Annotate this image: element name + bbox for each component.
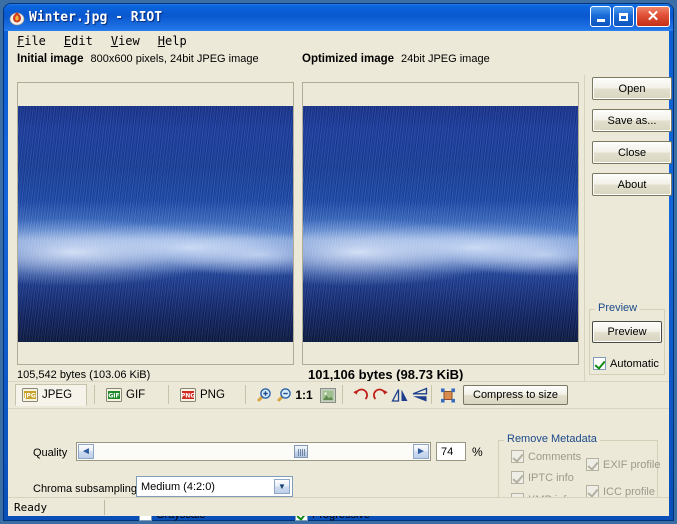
minimize-button[interactable] — [590, 6, 611, 27]
image-info-row: Initial image 800x600 pixels, 24bit JPEG… — [8, 51, 669, 71]
metadata-icc-label: ICC profile — [603, 485, 655, 498]
open-button[interactable]: Open — [592, 77, 672, 100]
metadata-comments-label: Comments — [528, 450, 582, 463]
menu-view[interactable]: View — [111, 34, 140, 48]
minimize-icon — [596, 18, 605, 22]
quality-label: Quality — [33, 447, 68, 459]
compress-to-size-button[interactable]: Compress to size — [463, 385, 568, 405]
tab-jpeg-label: JPEG — [42, 389, 73, 401]
menu-bar: File Edit View Help — [8, 31, 669, 51]
close-icon: ✕ — [646, 8, 660, 25]
chroma-subsampling-select[interactable]: Medium (4:2:0) ▼ — [136, 476, 293, 497]
metadata-iptc-checkbox[interactable]: IPTC info — [511, 471, 574, 484]
menu-file[interactable]: File — [17, 34, 46, 48]
caption-buttons: ✕ — [590, 6, 670, 27]
zoom-out-icon[interactable] — [274, 386, 292, 404]
flip-horizontal-icon[interactable] — [391, 386, 409, 404]
menu-view-label: iew — [118, 34, 140, 48]
preview-group-label: Preview — [595, 302, 641, 314]
toolbar-divider — [342, 385, 343, 404]
resize-image-icon[interactable] — [439, 386, 457, 404]
initial-image-title: Initial image — [17, 53, 84, 65]
preview-button[interactable]: Preview — [592, 321, 662, 343]
flame-icon — [9, 10, 25, 26]
jpeg-format-icon: JPG — [22, 388, 38, 402]
toolbar-divider — [431, 385, 432, 404]
zoom-actual-size-button[interactable]: 1:1 — [293, 386, 315, 404]
flip-vertical-icon[interactable] — [411, 386, 429, 404]
fit-image-icon[interactable] — [319, 386, 337, 404]
status-bar: Ready — [8, 497, 669, 516]
right-panel-divider — [584, 75, 585, 381]
maximize-button[interactable] — [613, 6, 634, 27]
remove-metadata-label: Remove Metadata — [504, 433, 600, 445]
initial-image-info: Initial image 800x600 pixels, 24bit JPEG… — [17, 53, 259, 65]
format-toolbar: JPG JPEG GIF GIF PNG PNG 1:1 Compress to… — [8, 381, 669, 409]
menu-edit-label: dit — [71, 34, 93, 48]
close-window-button[interactable]: ✕ — [636, 6, 670, 27]
tab-gif[interactable]: GIF GIF — [100, 384, 162, 406]
svg-text:JPG: JPG — [23, 393, 36, 400]
initial-image-details: 800x600 pixels, 24bit JPEG image — [90, 53, 259, 65]
chroma-subsampling-value: Medium (4:2:0) — [141, 480, 215, 493]
application-window: Winter.jpg - RIOT ✕ File Edit View Help … — [4, 4, 673, 521]
optimized-image-size: 101,106 bytes (98.73 KiB) — [308, 367, 464, 382]
automatic-checkbox[interactable]: Automatic — [593, 357, 659, 370]
menu-edit[interactable]: Edit — [64, 34, 93, 48]
close-file-button[interactable]: Close — [592, 141, 672, 164]
title-bar[interactable]: Winter.jpg - RIOT ✕ — [4, 4, 673, 31]
initial-image-panel[interactable] — [17, 82, 294, 365]
png-format-icon: PNG — [180, 388, 196, 402]
menu-help[interactable]: Help — [158, 34, 187, 48]
maximize-icon — [619, 12, 628, 21]
initial-image-preview — [18, 106, 293, 342]
optimized-image-info: Optimized image 24bit JPEG image — [302, 53, 490, 65]
automatic-label: Automatic — [610, 357, 659, 370]
slider-decrease-button[interactable]: ◄ — [78, 444, 94, 459]
toolbar-divider — [94, 385, 95, 404]
tab-png[interactable]: PNG PNG — [174, 384, 238, 406]
menu-help-label: elp — [165, 34, 187, 48]
checkbox-box — [511, 450, 524, 463]
status-text: Ready — [14, 501, 48, 514]
metadata-comments-checkbox[interactable]: Comments — [511, 450, 581, 463]
optimized-image-details: 24bit JPEG image — [401, 53, 490, 65]
optimized-image-panel[interactable] — [302, 82, 579, 365]
chevron-down-icon[interactable]: ▼ — [274, 479, 290, 494]
metadata-exif-checkbox[interactable]: EXIF profile — [586, 458, 660, 471]
quality-percent-label: % — [472, 445, 483, 459]
tab-gif-label: GIF — [126, 389, 146, 401]
optimized-image-title: Optimized image — [302, 53, 395, 65]
toolbar-divider — [245, 385, 246, 404]
about-button[interactable]: About — [592, 173, 672, 196]
metadata-iptc-label: IPTC info — [528, 471, 574, 484]
quality-value-input[interactable]: 74 — [436, 442, 466, 461]
rotate-left-icon[interactable] — [351, 386, 369, 404]
quality-slider[interactable]: ◄ ► — [76, 442, 431, 461]
chroma-subsampling-label: Chroma subsampling — [33, 483, 137, 495]
gif-format-icon: GIF — [106, 388, 122, 402]
rotate-right-icon[interactable] — [371, 386, 389, 404]
checkbox-box — [511, 471, 524, 484]
client-area: File Edit View Help Initial image 800x60… — [8, 31, 672, 521]
initial-image-size: 105,542 bytes (103.06 KiB) — [17, 369, 151, 381]
svg-text:GIF: GIF — [108, 393, 119, 400]
zoom-in-icon[interactable] — [254, 386, 272, 404]
checkbox-box — [593, 357, 606, 370]
slider-track[interactable] — [95, 443, 412, 460]
save-as-button[interactable]: Save as... — [592, 109, 672, 132]
screenshot-root: Winter.jpg - RIOT ✕ File Edit View Help … — [0, 0, 677, 524]
window-title: Winter.jpg - RIOT — [29, 10, 163, 25]
tab-png-label: PNG — [200, 389, 225, 401]
toolbar-divider — [168, 385, 169, 404]
menu-file-label: ile — [24, 34, 46, 48]
slider-thumb[interactable] — [294, 445, 309, 458]
metadata-exif-label: EXIF profile — [603, 458, 661, 471]
status-divider — [104, 500, 105, 515]
optimized-image-preview — [303, 106, 578, 342]
svg-text:PNG: PNG — [181, 393, 195, 400]
checkbox-box — [586, 458, 599, 471]
slider-increase-button[interactable]: ► — [413, 444, 429, 459]
tab-jpeg[interactable]: JPG JPEG — [15, 384, 87, 406]
